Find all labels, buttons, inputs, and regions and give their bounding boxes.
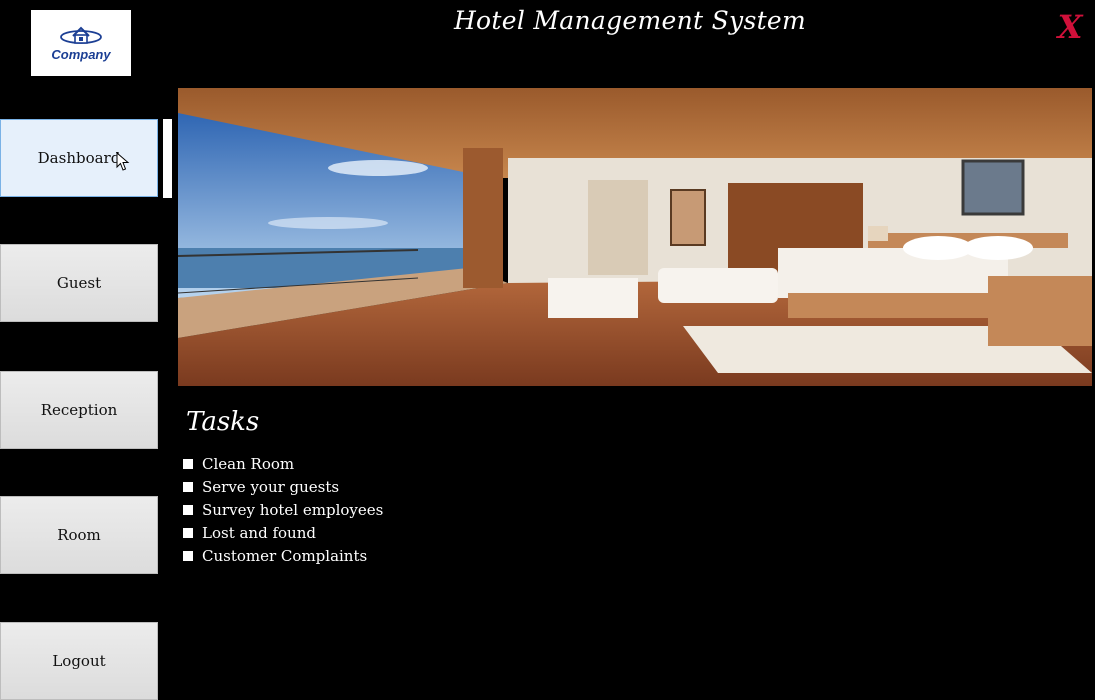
task-item[interactable]: Lost and found <box>183 521 383 544</box>
task-label: Lost and found <box>202 523 316 542</box>
nav-reception-button[interactable]: Reception <box>0 371 158 449</box>
nav-dashboard-label: Dashboard <box>37 149 121 167</box>
nav-guest-label: Guest <box>56 274 102 292</box>
task-checkbox[interactable] <box>183 481 193 492</box>
task-label: Serve your guests <box>202 477 340 496</box>
task-label: Clean Room <box>202 454 295 473</box>
task-item[interactable]: Serve your guests <box>183 475 383 498</box>
task-checkbox[interactable] <box>183 458 193 469</box>
nav-logout-button[interactable]: Logout <box>0 622 158 700</box>
active-nav-indicator <box>163 119 172 198</box>
nav-guest-button[interactable]: Guest <box>0 244 158 322</box>
logo-text: Company <box>51 47 111 62</box>
task-checkbox[interactable] <box>183 527 193 538</box>
nav-dashboard-button[interactable]: Dashboard <box>0 119 158 197</box>
nav-room-button[interactable]: Room <box>0 496 158 574</box>
nav-reception-label: Reception <box>40 401 118 419</box>
task-item[interactable]: Customer Complaints <box>183 544 383 567</box>
task-label: Survey hotel employees <box>202 500 384 519</box>
company-logo: Company <box>31 10 131 76</box>
app-title: Hotel Management System <box>453 6 807 35</box>
task-checkbox[interactable] <box>183 550 193 561</box>
nav-room-label: Room <box>57 526 101 544</box>
house-cloud-icon <box>60 26 102 44</box>
hotel-room-image <box>178 88 1092 386</box>
tasks-heading: Tasks <box>186 407 260 437</box>
close-icon[interactable]: X <box>1058 8 1083 46</box>
task-item[interactable]: Clean Room <box>183 452 383 475</box>
task-label: Customer Complaints <box>202 546 368 565</box>
task-checkbox[interactable] <box>183 504 193 515</box>
nav-logout-label: Logout <box>52 652 106 670</box>
task-list: Clean Room Serve your guests Survey hote… <box>183 452 383 567</box>
close-button[interactable]: X <box>1053 10 1087 44</box>
task-item[interactable]: Survey hotel employees <box>183 498 383 521</box>
mouse-cursor-icon <box>116 152 130 171</box>
